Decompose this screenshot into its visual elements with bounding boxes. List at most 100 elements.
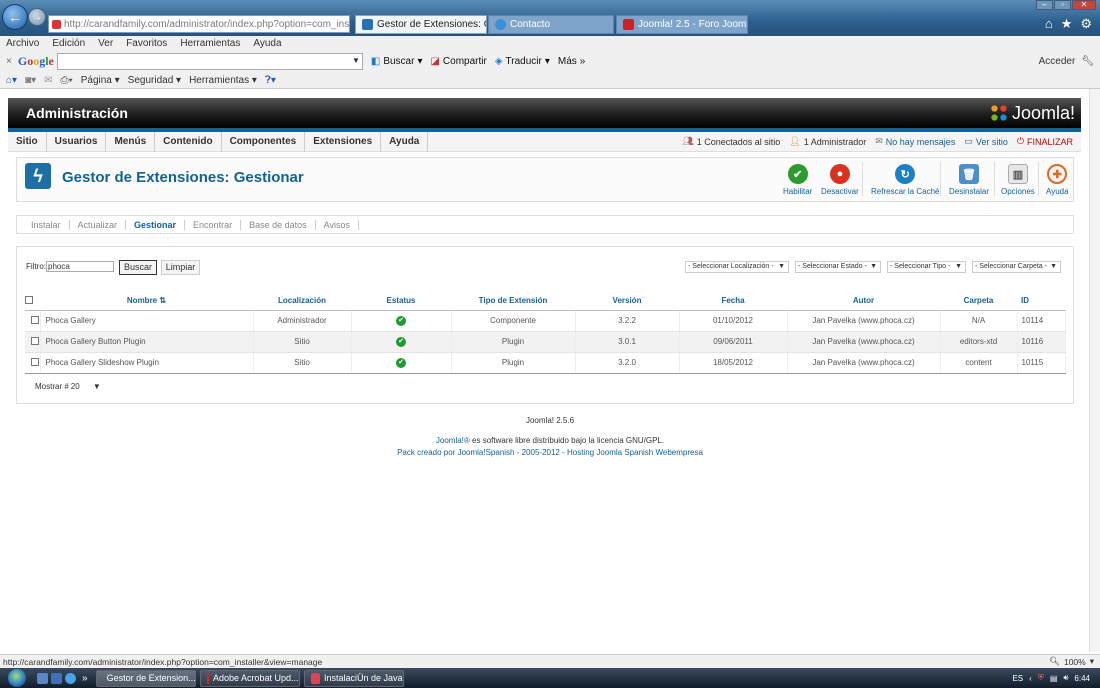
- messages-link[interactable]: ✉ No hay mensajes: [875, 136, 955, 147]
- row-checkbox[interactable]: [31, 336, 39, 345]
- mail-icon[interactable]: ✉: [44, 75, 52, 86]
- home-page-icon[interactable]: ⌂▾: [6, 75, 17, 86]
- start-button[interactable]: [0, 668, 34, 688]
- close-toolbar-icon[interactable]: ×: [6, 56, 12, 67]
- acceder-link[interactable]: Acceder: [1039, 56, 1076, 67]
- menu-contenido[interactable]: Contenido: [155, 131, 222, 152]
- menu-sitio[interactable]: Sitio: [8, 131, 47, 152]
- wrench-icon[interactable]: 🔧︎: [1081, 56, 1094, 67]
- tray-expand-icon[interactable]: ‹: [1029, 674, 1032, 683]
- cell-estatus: ✔: [351, 352, 452, 374]
- task-java[interactable]: InstalaciÜn de Java: [303, 669, 404, 687]
- select-all-checkbox[interactable]: [25, 295, 33, 304]
- col-version[interactable]: Versión: [575, 292, 679, 311]
- tab-gestionar[interactable]: Gestionar: [126, 219, 186, 230]
- menu-herramientas[interactable]: Herramientas: [180, 38, 240, 49]
- task-ie[interactable]: Gestor de Extension...: [95, 669, 196, 687]
- select-tipo[interactable]: - Seleccionar Tipo - ▼: [887, 261, 966, 273]
- select-carpeta[interactable]: - Seleccionar Carpeta - ▼: [972, 261, 1061, 273]
- pagina-menu[interactable]: Página ▾: [81, 75, 120, 86]
- desinstalar-button[interactable]: 🗑︎ Desinstalar: [949, 164, 989, 196]
- col-autor[interactable]: Autor: [787, 292, 940, 311]
- menu-extensiones[interactable]: Extensiones: [305, 131, 382, 152]
- tab-encontrar[interactable]: Encontrar: [185, 219, 242, 230]
- more-chevron-icon[interactable]: »: [82, 673, 88, 684]
- security-icon[interactable]: ⛨: [1038, 673, 1044, 683]
- help-icon[interactable]: ❓︎▾: [265, 75, 276, 86]
- col-estatus[interactable]: Estatus: [351, 292, 451, 311]
- view-site-link[interactable]: ▭ Ver sitio: [964, 136, 1008, 147]
- seguridad-menu[interactable]: Seguridad ▾: [128, 75, 181, 86]
- tab-actualizar[interactable]: Actualizar: [70, 219, 127, 230]
- limit-select[interactable]: 20 ▼: [71, 382, 101, 391]
- clear-button[interactable]: Limpiar: [161, 260, 200, 275]
- forward-button[interactable]: →: [28, 8, 46, 26]
- volume-icon[interactable]: 🔊︎: [1063, 673, 1068, 683]
- enabled-check-icon[interactable]: ✔: [396, 316, 406, 326]
- menu-favoritos[interactable]: Favoritos: [126, 38, 167, 49]
- buscar-button[interactable]: ◧ Buscar ▾: [371, 56, 423, 67]
- ie-quicklaunch-icon[interactable]: [65, 672, 76, 684]
- search-button[interactable]: Buscar: [119, 260, 157, 275]
- joomla-link[interactable]: Joomla!®: [436, 436, 470, 445]
- select-estado[interactable]: - Seleccionar Estado - ▼: [795, 261, 881, 273]
- dropdown-arrow-icon[interactable]: ▼: [352, 56, 360, 65]
- zoom-control[interactable]: 🔍︎ 100% ▾: [1049, 656, 1094, 667]
- habilitar-button[interactable]: ✔ Habilitar: [783, 164, 812, 196]
- menu-menus[interactable]: Menús: [106, 131, 156, 152]
- col-nombre[interactable]: Nombre ⇅: [40, 292, 253, 311]
- refrescar-cache-button[interactable]: ↻ Refrescar la Caché: [871, 164, 939, 196]
- enabled-check-icon[interactable]: ✔: [396, 337, 406, 347]
- menu-archivo[interactable]: Archivo: [6, 38, 39, 49]
- menu-componentes[interactable]: Componentes: [222, 131, 306, 152]
- compartir-button[interactable]: ◪ Compartir: [430, 56, 486, 67]
- filter-input[interactable]: phoca: [46, 261, 114, 272]
- traducir-button[interactable]: ◈ Traducir ▾: [495, 56, 550, 67]
- back-button[interactable]: ←: [2, 4, 28, 30]
- opciones-button[interactable]: ▥ Opciones: [1001, 164, 1035, 196]
- enabled-check-icon[interactable]: ✔: [396, 358, 406, 368]
- tab-gestor[interactable]: Gestor de Extensiones: Gesti... ×: [355, 15, 487, 34]
- menu-usuarios[interactable]: Usuarios: [47, 131, 107, 152]
- favorites-star-icon[interactable]: ★: [1061, 16, 1073, 32]
- col-carpeta[interactable]: Carpeta: [940, 292, 1017, 311]
- pack-link[interactable]: Pack creado por Joomla!Spanish - 2005-20…: [0, 448, 1100, 457]
- col-tipo[interactable]: Tipo de Extensión: [451, 292, 575, 311]
- menu-edicion[interactable]: Edición: [52, 38, 85, 49]
- task-acrobat[interactable]: Adobe Acrobat Upd...: [199, 669, 300, 687]
- close-window-button[interactable]: ✕: [1072, 0, 1096, 10]
- tab-base-de-datos[interactable]: Base de datos: [241, 219, 316, 230]
- select-localizacion[interactable]: - Seleccionar Localización - ▼: [685, 261, 789, 273]
- col-id[interactable]: ID: [1017, 292, 1066, 311]
- desactivar-button[interactable]: ● Desactivar: [821, 164, 859, 196]
- tab-foro[interactable]: Joomla! 2.5 - Foro Joomla! - Se...: [616, 15, 748, 34]
- tab-avisos[interactable]: Avisos: [316, 219, 359, 230]
- language-indicator[interactable]: ES: [1012, 674, 1023, 683]
- minimize-button[interactable]: –: [1036, 0, 1053, 10]
- herramientas-menu[interactable]: Herramientas ▾: [189, 75, 257, 86]
- print-icon[interactable]: ⎙▾: [61, 75, 73, 86]
- tab-instalar[interactable]: Instalar: [23, 219, 70, 230]
- menu-ayuda[interactable]: Ayuda: [253, 38, 281, 49]
- logout-link[interactable]: ⏻ FINALIZAR: [1017, 136, 1073, 147]
- menu-ver[interactable]: Ver: [98, 38, 113, 49]
- mas-button[interactable]: Más»: [558, 56, 585, 67]
- show-desktop-icon[interactable]: [37, 672, 48, 684]
- maximize-button[interactable]: ▫: [1054, 0, 1071, 10]
- ayuda-button[interactable]: ✚ Ayuda: [1046, 164, 1069, 196]
- vertical-scrollbar[interactable]: [1089, 89, 1100, 652]
- clock[interactable]: 6:44: [1074, 674, 1090, 683]
- google-search-input[interactable]: ▼: [56, 52, 363, 70]
- rss-feed-icon[interactable]: ◙▾: [25, 75, 36, 86]
- address-bar[interactable]: http://carandfamily.com/administrator/in…: [48, 15, 350, 33]
- gear-icon[interactable]: ⚙: [1080, 16, 1092, 32]
- row-checkbox[interactable]: [31, 315, 39, 324]
- home-icon[interactable]: ⌂: [1045, 16, 1053, 32]
- menu-ayuda[interactable]: Ayuda: [381, 131, 429, 152]
- network-icon[interactable]: ▤: [1050, 674, 1058, 683]
- col-fecha[interactable]: Fecha: [679, 292, 787, 311]
- col-localizacion[interactable]: Localización: [253, 292, 351, 311]
- window-switch-icon[interactable]: [51, 672, 62, 684]
- tab-contacto[interactable]: Contacto: [488, 15, 614, 34]
- row-checkbox[interactable]: [31, 357, 39, 366]
